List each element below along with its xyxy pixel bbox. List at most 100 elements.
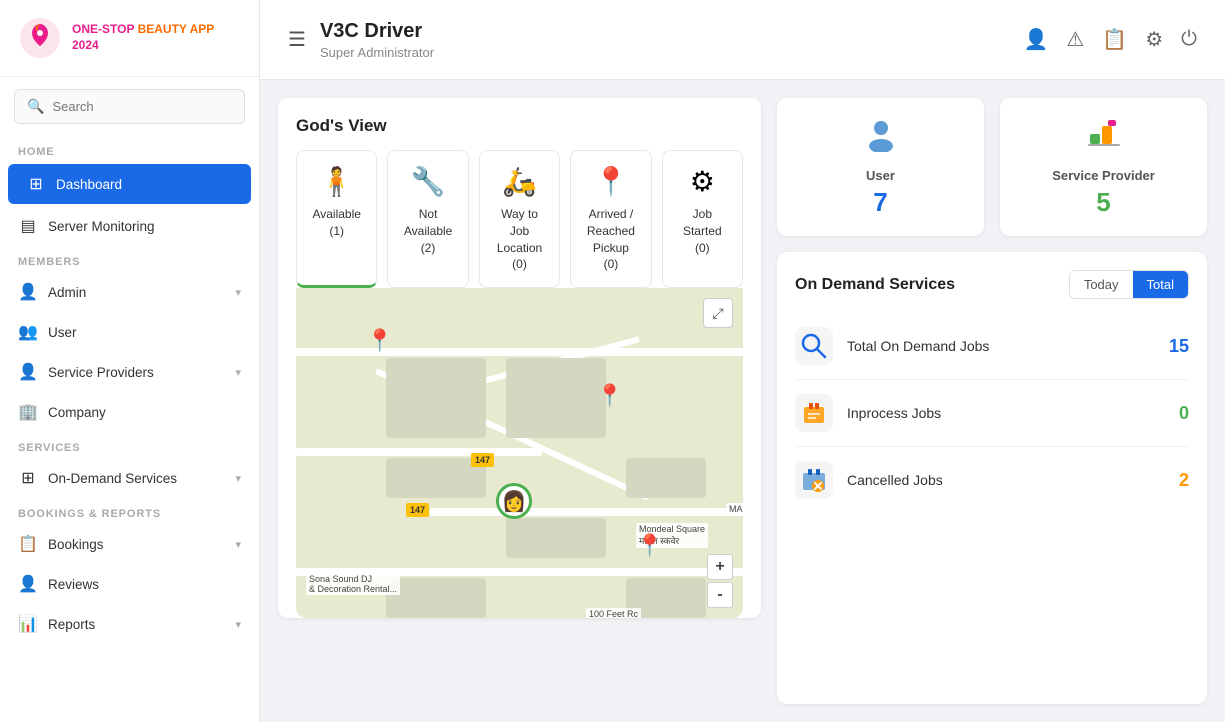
demand-item-total-jobs: Total On Demand Jobs 15 [795,313,1189,380]
cancelled-jobs-label: Cancelled Jobs [847,471,1165,489]
map-label-sona: Sona Sound DJ& Decoration Rental... [306,573,400,595]
sidebar-item-label: Server Monitoring [48,219,155,234]
user-avatar-pin: 👩 [496,483,532,519]
sidebar-item-bookings[interactable]: 📋 Bookings ▾ [0,524,259,564]
chevron-down-icon: ▾ [235,366,241,379]
map-expand-button[interactable]: ⤢ [703,298,733,328]
service-provider-stat-icon [1016,116,1191,160]
service-providers-icon: 👤 [18,362,38,382]
service-provider-stat-label: Service Provider [1016,168,1191,183]
sidebar-item-service-providers[interactable]: 👤 Service Providers ▾ [0,352,259,392]
user-avatar: 👩 [502,489,527,514]
members-section-label: MEMBERS [0,246,259,272]
status-card-job-started[interactable]: ⚙ Job Started (0) [662,150,743,288]
right-panel: User 7 Service Provider 5 [777,98,1207,704]
gods-view-card: God's View 🧍 Available (1) 🔧 Not Availab… [278,98,761,618]
toggle-total-button[interactable]: Total [1133,271,1188,298]
profile-icon[interactable]: 👤 [1023,27,1048,52]
page-title: V3C Driver [320,20,434,43]
zoom-out-button[interactable]: - [707,582,733,608]
user-stat-icon [793,116,968,160]
inprocess-jobs-label: Inprocess Jobs [847,404,1165,422]
user-stat-card: User 7 [777,98,984,236]
sidebar-item-user[interactable]: 👥 User [0,312,259,352]
sidebar-item-admin[interactable]: 👤 Admin ▾ [0,272,259,312]
sidebar-item-reports[interactable]: 📊 Reports ▾ [0,604,259,644]
status-card-arrived[interactable]: 📍 Arrived / Reached Pickup (0) [570,150,651,288]
chevron-down-icon: ▾ [235,538,241,551]
notes-icon[interactable]: 📋 [1102,27,1127,52]
search-icon: 🔍 [27,98,44,115]
map-label-100: 100 Feet Rc [586,608,641,618]
status-card-available[interactable]: 🧍 Available (1) [296,150,377,288]
logo-icon [18,16,62,60]
user-stat-value: 7 [793,187,968,218]
hamburger-icon[interactable]: ☰ [288,27,306,52]
dashboard-icon: ⊞ [26,174,46,194]
nav-section-members: MEMBERS 👤 Admin ▾ 👥 User 👤 Service Provi… [0,246,259,432]
sidebar-item-dashboard[interactable]: ⊞ Dashboard [8,164,251,204]
company-icon: 🏢 [18,402,38,422]
job-started-icon: ⚙ [673,165,732,198]
total-jobs-value: 15 [1169,336,1189,357]
search-input[interactable] [52,99,232,114]
power-icon[interactable]: ⏻ [1181,28,1197,51]
sidebar-search[interactable]: 🔍 [14,89,245,124]
bookings-section-label: BOOKINGS & REPORTS [0,498,259,524]
alert-icon[interactable]: ⚠ [1066,27,1084,52]
available-icon: 🧍 [307,165,366,198]
map-zoom-controls: + - [707,554,733,608]
reports-icon: 📊 [18,614,38,634]
home-section-label: HOME [0,136,259,162]
demand-item-cancelled-jobs: Cancelled Jobs 2 [795,447,1189,513]
bookings-icon: 📋 [18,534,38,554]
status-card-label: Arrived / Reached Pickup (0) [581,206,640,273]
sidebar-item-label: Admin [48,285,86,300]
settings-icon[interactable]: ⚙ [1145,27,1163,52]
chevron-down-icon: ▾ [235,618,241,631]
on-demand-header: On Demand Services Today Total [795,270,1189,299]
chevron-down-icon: ▾ [235,472,241,485]
zoom-in-button[interactable]: + [707,554,733,580]
server-icon: ▤ [18,216,38,236]
not-available-icon: 🔧 [398,165,457,198]
nav-section-services: SERVICES ⊞ On-Demand Services ▾ [0,432,259,498]
stats-row: User 7 Service Provider 5 [777,98,1207,236]
reviews-icon: 👤 [18,574,38,594]
status-card-label: Way to Job Location (0) [490,206,549,273]
user-stat-label: User [793,168,968,183]
status-card-label: Job Started (0) [673,206,732,256]
road-sign-147-2: 147 [406,503,429,517]
sidebar-item-label: Bookings [48,537,104,552]
status-card-label: Available (1) [307,206,366,240]
sidebar-item-on-demand[interactable]: ⊞ On-Demand Services ▾ [0,458,259,498]
cancelled-jobs-icon [795,461,833,499]
way-to-job-icon: 🛵 [490,165,549,198]
total-jobs-label: Total On Demand Jobs [847,337,1155,355]
admin-icon: 👤 [18,282,38,302]
service-provider-stat-card: Service Provider 5 [1000,98,1207,236]
sidebar-logo: ONE-STOP BEAUTY APP 2024 [0,0,259,77]
sidebar-item-company[interactable]: 🏢 Company [0,392,259,432]
sidebar-item-server-monitoring[interactable]: ▤ Server Monitoring [0,206,259,246]
location-pin-1: 📍 [366,328,393,354]
sidebar-item-label: Company [48,405,106,420]
status-card-not-available[interactable]: 🔧 Not Available (2) [387,150,468,288]
sidebar-item-label: User [48,325,77,340]
map-label-madhav: MADHAVR... [726,503,743,515]
services-section-label: SERVICES [0,432,259,458]
toggle-today-button[interactable]: Today [1070,271,1133,298]
sidebar-item-label: Reports [48,617,95,632]
map-container[interactable]: Sona Sound DJ& Decoration Rental... Mond… [296,288,743,618]
page-subtitle: Super Administrator [320,45,434,60]
sidebar-item-label: On-Demand Services [48,471,177,486]
location-pin-2: 📍 [596,383,623,409]
sidebar-item-reviews[interactable]: 👤 Reviews [0,564,259,604]
demand-item-inprocess-jobs: Inprocess Jobs 0 [795,380,1189,447]
header: ☰ V3C Driver Super Administrator 👤 ⚠ 📋 ⚙… [260,0,1225,80]
cancelled-jobs-value: 2 [1179,470,1189,491]
total-jobs-icon [795,327,833,365]
sidebar-item-label: Reviews [48,577,99,592]
status-card-way-to-job[interactable]: 🛵 Way to Job Location (0) [479,150,560,288]
nav-section-home: HOME ⊞ Dashboard ▤ Server Monitoring [0,136,259,246]
